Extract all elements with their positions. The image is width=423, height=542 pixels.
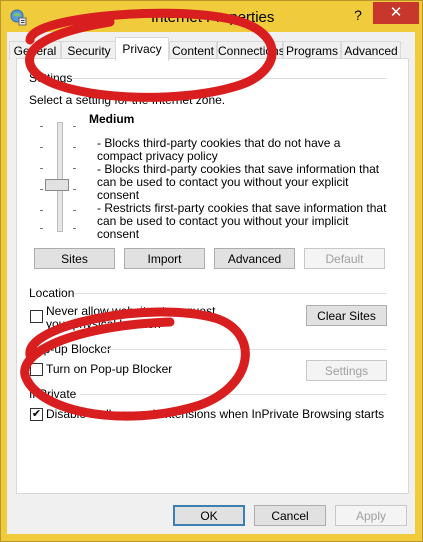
description-line: - Restricts first-party cookies that sav… [97,201,387,241]
slider-tick [73,189,76,190]
slider-tick [73,126,76,127]
advanced-button[interactable]: Advanced [214,248,295,269]
never-allow-location-label: Never allow websites to request your phy… [46,304,216,331]
disable-toolbars-label: Disable toolbars and extensions when InP… [46,407,385,421]
sites-button[interactable]: Sites [34,248,115,269]
slider-tick [73,168,76,169]
ok-button[interactable]: OK [173,505,245,526]
slider-tick [73,147,76,148]
slider-tick [73,228,76,229]
window-title: Internet Properties [151,9,275,26]
privacy-level-slider[interactable] [57,122,63,232]
never-allow-location-checkbox[interactable] [30,310,43,323]
popup-blocker-checkbox[interactable] [30,363,43,376]
slider-tick [40,126,43,127]
default-button[interactable]: Default [304,248,385,269]
privacy-panel [16,58,409,494]
settings-separator [72,78,387,79]
privacy-level-name: Medium [89,112,135,126]
clear-sites-button[interactable]: Clear Sites [306,305,387,326]
slider-tick [73,210,76,211]
description-line: - Blocks third-party cookies that do not… [97,136,341,163]
inprivate-header: InPrivate [29,387,77,401]
privacy-level-description: - Blocks third-party cookies that do not… [97,137,387,241]
popup-settings-button[interactable]: Settings [306,360,387,381]
close-button[interactable]: ✕ [373,2,419,24]
location-separator [74,293,387,294]
privacy-slider-thumb[interactable] [45,179,69,191]
import-button[interactable]: Import [124,248,205,269]
popup-blocker-label: Turn on Pop-up Blocker [46,362,173,376]
help-button[interactable]: ? [345,4,371,26]
slider-tick [40,189,43,190]
slider-tick [40,168,43,169]
disable-toolbars-checkbox[interactable]: ✔ [30,408,43,421]
cancel-button[interactable]: Cancel [254,505,326,526]
select-setting-label: Select a setting for the Internet zone. [29,93,226,107]
slider-tick [40,228,43,229]
description-line: - Blocks third-party cookies that save i… [97,162,380,202]
popup-blocker-header: Pop-up Blocker [29,342,112,356]
slider-tick [40,147,43,148]
internet-options-icon [10,9,27,26]
location-header: Location [29,286,75,300]
popup-separator [102,349,387,350]
settings-header: Settings [29,71,73,85]
apply-button[interactable]: Apply [335,505,407,526]
tab-privacy[interactable]: Privacy [115,37,169,61]
inprivate-separator [80,394,387,395]
title-bar[interactable]: Internet Properties ? ✕ [1,1,422,34]
slider-tick [40,210,43,211]
